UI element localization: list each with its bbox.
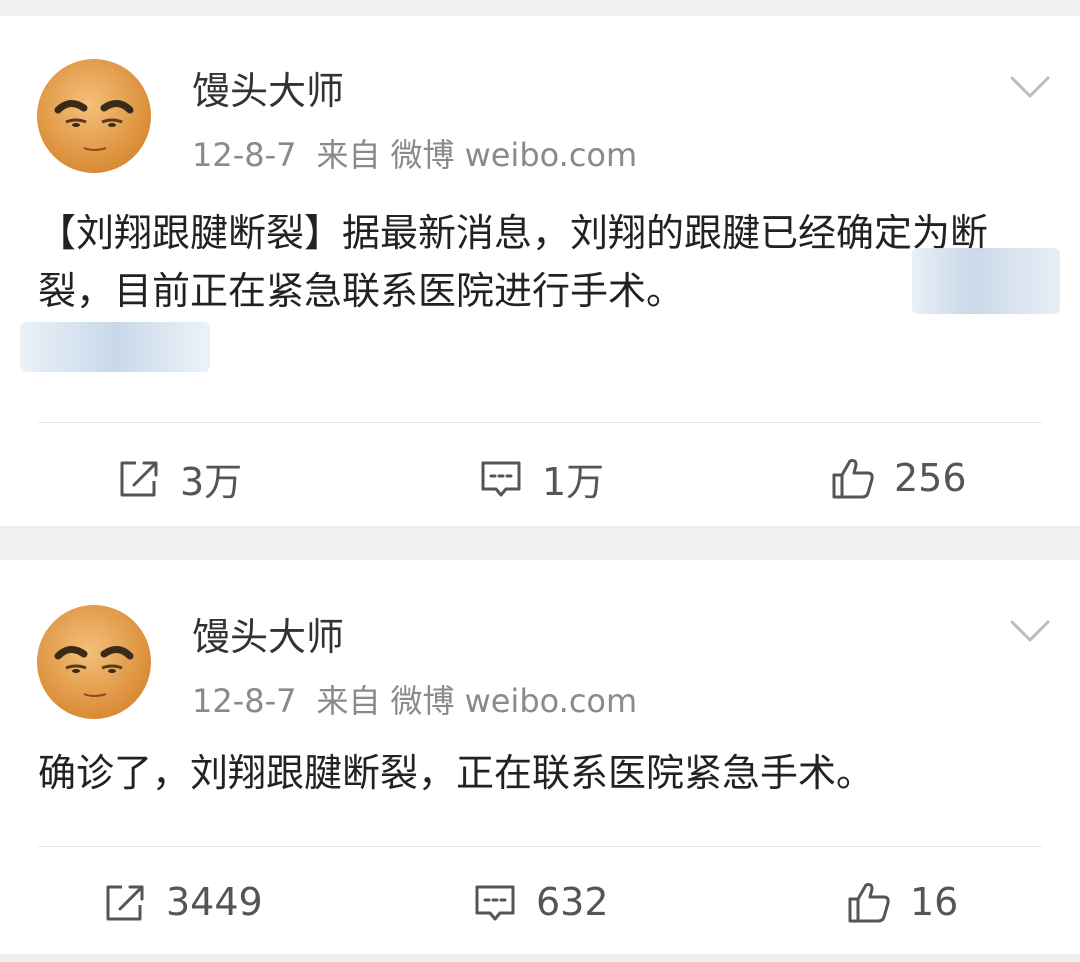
blurred-region	[20, 322, 210, 372]
source-app: 微博	[390, 136, 455, 174]
source-prefix: 来自	[316, 682, 381, 720]
divider	[38, 422, 1042, 423]
weibo-feed: 馒头大师 12-8-7 来自 微博 weibo.com 【刘翔跟腱断裂】据最新消息，刘…	[0, 0, 1080, 962]
comment-button[interactable]: 632	[472, 862, 609, 942]
source-app: 微博	[390, 682, 455, 720]
comment-count: 1万	[542, 459, 605, 504]
post-content: 【刘翔跟腱断裂】据最新消息，刘翔的跟腱已经确定为断裂，目前正在紧急联系医院进行手…	[38, 211, 989, 313]
avatar[interactable]	[36, 58, 152, 174]
thumbs-up-icon	[848, 883, 890, 923]
like-count: 16	[910, 880, 959, 924]
chevron-down-icon[interactable]	[1008, 72, 1052, 102]
comment-count: 632	[536, 880, 609, 924]
post-content: 确诊了，刘翔跟腱断裂，正在联系医院紧急手术。	[38, 751, 875, 795]
repost-button[interactable]: 3万	[116, 438, 242, 518]
weibo-post: 馒头大师 12-8-7 来自 微博 weibo.com 确诊了，刘翔跟腱断裂，正在联系…	[0, 560, 1080, 954]
source-prefix: 来自	[316, 136, 381, 174]
username[interactable]: 馒头大师	[192, 64, 344, 118]
comment-icon	[481, 461, 521, 497]
post-meta: 12-8-7 来自 微博 weibo.com	[192, 678, 657, 724]
source-domain: weibo.com	[464, 136, 638, 174]
comment-icon	[475, 885, 515, 921]
repost-icon	[106, 885, 144, 921]
comment-button[interactable]: 1万	[478, 438, 604, 518]
repost-button[interactable]: 3449	[102, 862, 263, 942]
source-domain: weibo.com	[464, 682, 638, 720]
repost-count: 3万	[180, 459, 243, 504]
post-date: 12-8-7	[192, 682, 297, 720]
repost-icon	[120, 461, 158, 497]
chevron-down-icon[interactable]	[1008, 616, 1052, 646]
weibo-post: 馒头大师 12-8-7 来自 微博 weibo.com 【刘翔跟腱断裂】据最新消息，刘…	[0, 16, 1080, 526]
thumbs-up-icon	[832, 459, 874, 499]
like-count: 256	[894, 456, 967, 500]
action-bar: 3449 632 16	[0, 862, 1080, 942]
repost-count: 3449	[166, 880, 263, 924]
divider	[38, 846, 1042, 847]
blurred-region	[912, 248, 1060, 314]
avatar[interactable]	[36, 604, 152, 720]
post-date: 12-8-7	[192, 136, 297, 174]
like-button[interactable]: 16	[846, 862, 958, 942]
post-meta: 12-8-7 来自 微博 weibo.com	[192, 132, 657, 178]
like-button[interactable]: 256	[830, 438, 967, 518]
action-bar: 3万 1万 256	[0, 438, 1080, 518]
username[interactable]: 馒头大师	[192, 610, 344, 664]
